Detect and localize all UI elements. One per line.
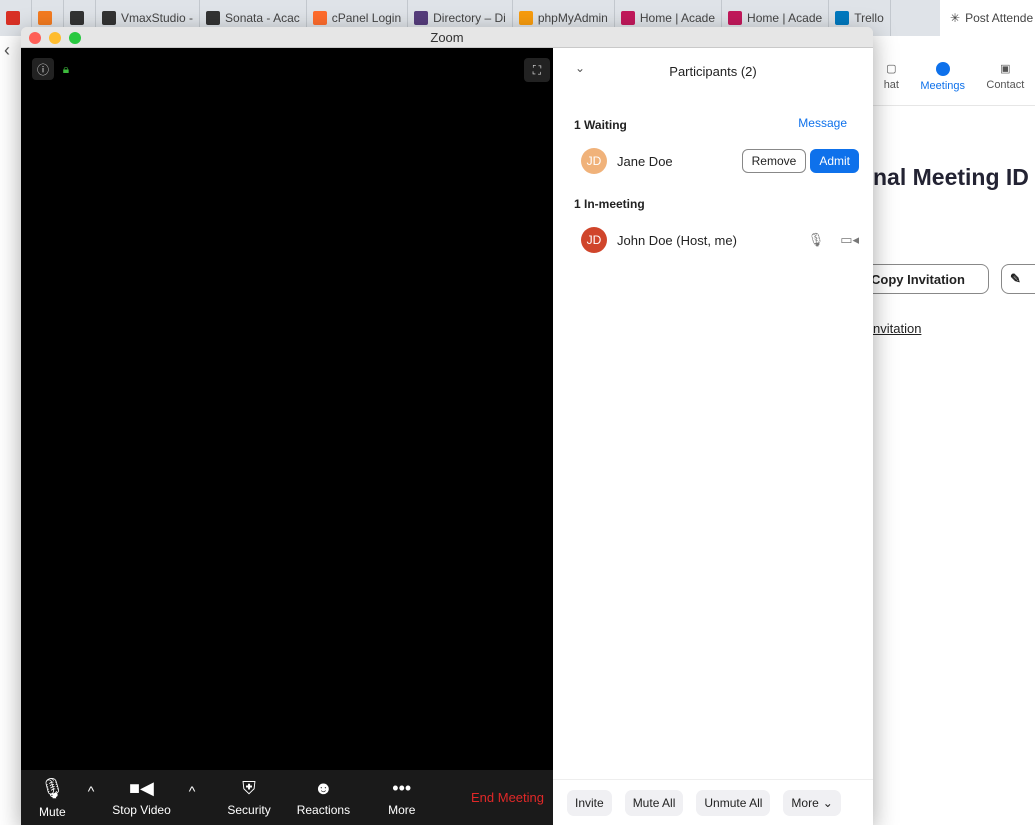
shield-icon: ⛨ (242, 778, 256, 798)
audio-options-caret[interactable]: ^ (88, 783, 95, 799)
favicon-icon (728, 11, 743, 25)
video-camera-icon: ■◀ (129, 778, 154, 798)
mute-all-button[interactable]: Mute All (624, 789, 684, 816)
edit-button[interactable]: ✎ (1001, 264, 1035, 294)
mute-button[interactable]: 🎙︎ Mute (39, 776, 66, 819)
panel-footer: Invite Mute All Unmute All More ⌄ (553, 779, 873, 825)
title-bar: Zoom (21, 27, 873, 48)
favicon-icon (414, 11, 429, 25)
favicon-icon (835, 11, 850, 25)
microphone-icon[interactable]: 🎙︎ (808, 232, 825, 248)
video-options-caret[interactable]: ^ (189, 783, 196, 799)
window-title: Zoom (430, 30, 464, 45)
reactions-button[interactable]: ☻ Reactions (297, 778, 350, 817)
ellipsis-icon: ••• (392, 778, 412, 798)
contact-icon: ▣ (1000, 63, 1011, 75)
participant-name: John Doe (Host, me) (617, 232, 737, 248)
security-button[interactable]: ⛨ Security (227, 778, 270, 817)
favicon-icon (206, 11, 221, 25)
loading-spinner-icon: ✳ (950, 11, 961, 25)
zoom-window: Zoom ⓘ 🔒︎ ⛶ 🎙︎ Mute ^ ■◀ Stop Video ^ ⛨ Sec… (21, 27, 873, 825)
invitation-link[interactable]: nvitation (873, 321, 921, 336)
waiting-participant-row: JD Jane Doe Remove Admit (581, 147, 859, 175)
video-camera-icon[interactable]: ▭◂ (840, 232, 859, 248)
smiley-plus-icon: ☻ (313, 778, 333, 798)
copy-invitation-button[interactable]: Copy Invitation (863, 264, 989, 294)
favicon-icon (518, 11, 533, 25)
remove-button[interactable]: Remove (741, 149, 807, 173)
favicon-icon (6, 11, 20, 25)
chat-icon: ▢ (886, 63, 897, 75)
more-dropdown-button[interactable]: More ⌄ (783, 789, 841, 816)
more-button[interactable]: ••• More (388, 778, 415, 817)
message-link[interactable]: Message (798, 116, 847, 130)
panel-title: Participants (2) (669, 63, 757, 79)
close-button[interactable] (29, 32, 41, 44)
chevron-down-icon: ⌄ (822, 795, 833, 810)
meeting-toolbar: 🎙︎ Mute ^ ■◀ Stop Video ^ ⛨ Security ☻ React… (21, 770, 553, 825)
fullscreen-icon[interactable]: ⛶ (524, 58, 550, 82)
pencil-icon: ✎ (1010, 271, 1021, 286)
avatar: JD (581, 148, 607, 174)
in-meeting-label: 1 In-meeting (574, 197, 645, 211)
favicon-icon (312, 11, 327, 25)
clock-icon (935, 62, 950, 76)
video-area: ⓘ 🔒︎ ⛶ (21, 48, 553, 770)
favicon-icon (102, 11, 116, 25)
background-zoom-app: ▢ hat Meetings ▣ Contact nal Meeting ID Co… (863, 36, 1035, 825)
unmute-all-button[interactable]: Unmute All (696, 789, 771, 816)
browser-tab-active[interactable]: ✳ Post Attende (940, 0, 1035, 36)
admit-button[interactable]: Admit (810, 149, 859, 173)
tab-contacts[interactable]: ▣ Contact (986, 62, 1024, 105)
participant-row: JD John Doe (Host, me) 🎙︎ ▭◂ (581, 226, 859, 254)
favicon-icon (38, 11, 52, 25)
stop-video-button[interactable]: ■◀ Stop Video (112, 778, 171, 817)
waiting-label: 1 Waiting (574, 118, 627, 132)
avatar: JD (581, 227, 607, 253)
favicon-icon (620, 11, 635, 25)
microphone-icon: 🎙︎ (39, 778, 66, 800)
info-icon[interactable]: ⓘ (32, 58, 54, 80)
meeting-id-title: nal Meeting ID (873, 164, 1029, 190)
participants-panel: ⌄ Participants (2) 1 Waiting Message JD … (553, 48, 873, 825)
invite-button[interactable]: Invite (567, 789, 612, 816)
lock-icon[interactable]: 🔒︎ (55, 58, 77, 80)
end-meeting-button[interactable]: End Meeting (471, 790, 544, 805)
favicon-icon (70, 11, 84, 25)
participant-name: Jane Doe (617, 153, 673, 169)
back-icon[interactable]: ‹ (4, 40, 10, 61)
zoom-button[interactable] (69, 32, 81, 44)
tab-chat[interactable]: ▢ hat (884, 62, 899, 105)
chevron-down-icon[interactable]: ⌄ (575, 61, 585, 75)
minimize-button[interactable] (49, 32, 61, 44)
tab-meetings[interactable]: Meetings (920, 62, 965, 105)
